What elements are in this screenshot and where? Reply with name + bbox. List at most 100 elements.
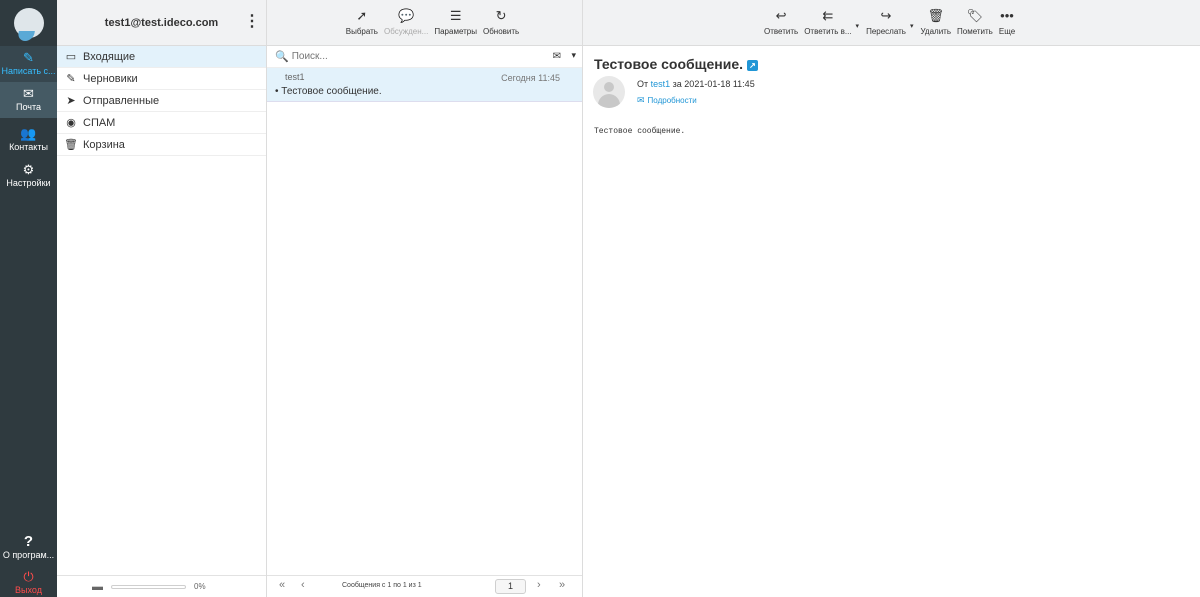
chevron-down-icon[interactable]: ▾ (571, 50, 576, 61)
envelope-icon: ✉ (23, 86, 34, 101)
forward-dropdown-icon[interactable]: ▾ (910, 22, 914, 30)
pencil-icon: ✎ (66, 73, 76, 85)
ellipsis-icon: ••• (1000, 8, 1014, 23)
rail-about-button[interactable]: ? О програм... (0, 528, 57, 568)
reply-icon: ↩ (775, 8, 787, 23)
rail-contacts-label: Контакты (9, 142, 48, 152)
reply-all-label: Ответить в... (804, 27, 852, 36)
compose-icon: ✎ (23, 50, 34, 65)
envelope-icon: ✉ (637, 95, 645, 105)
spam-icon: ◉ (66, 117, 76, 129)
pagination-info: Сообщения с 1 по 1 из 1 (342, 582, 422, 589)
reply-label: Ответить (764, 27, 799, 36)
tag-icon: 🏷 (966, 8, 984, 23)
threads-button[interactable]: 💬 Обсужден... (383, 8, 429, 37)
message-row[interactable]: test1 Сегодня 11:45 • Тестовое сообщение… (267, 68, 582, 102)
message-subject-line: • Тестовое сообщение. (275, 86, 572, 97)
last-page-icon[interactable]: » (559, 579, 565, 591)
select-button[interactable]: ➚ Выбрать (346, 8, 378, 37)
folder-item[interactable]: ➤ Отправленные (57, 90, 266, 112)
users-icon: 👥 (20, 126, 37, 141)
trash-icon: 🗑 (64, 139, 78, 151)
quota-percent: 0% (194, 582, 206, 591)
sender-link[interactable]: test1 (651, 79, 671, 89)
refresh-icon: ↻ (495, 8, 507, 23)
message-preview-panel: ↩ Ответить ⇇ Ответить в... ▾ ↪ Переслать… (583, 0, 1200, 597)
message-subject: Тестовое сообщение. (281, 86, 382, 97)
trash-icon: 🗑 (927, 8, 944, 23)
unread-dot-icon: • (275, 86, 279, 97)
message-list-panel: ➚ Выбрать 💬 Обсужден... ☰ Параметры ↻ Об… (267, 0, 583, 597)
folder-item[interactable]: 🗑 Корзина (57, 134, 266, 156)
nav-rail: ✎ Написать с... ✉ Почта 👥 Контакты ⚙ Нас… (0, 0, 57, 597)
app-logo[interactable] (0, 0, 57, 46)
drive-icon: ▬ (92, 580, 103, 593)
quota-footer: ▬ 0% (57, 575, 266, 597)
reply-all-icon: ⇇ (822, 8, 834, 23)
first-page-icon[interactable]: « (279, 579, 285, 591)
mark-button[interactable]: 🏷 Пометить (957, 8, 993, 37)
message-date: Сегодня 11:45 (501, 73, 560, 83)
preview-subject: Тестовое сообщение. ↗ (594, 56, 758, 72)
folder-label: СПАМ (83, 116, 116, 129)
reply-button[interactable]: ↩ Ответить (764, 8, 799, 37)
rail-mail-label: Почта (16, 102, 41, 112)
avatar-body (598, 94, 620, 108)
rail-settings-label: Настройки (6, 178, 51, 188)
search-input[interactable] (291, 51, 532, 62)
question-icon: ? (23, 533, 34, 550)
folder-item[interactable]: ✎ Черновики (57, 68, 266, 90)
next-page-icon[interactable]: › (537, 579, 541, 591)
rail-mail-button[interactable]: ✉ Почта (0, 82, 57, 118)
forward-label: Переслать (866, 27, 906, 36)
forward-icon: ↪ (880, 8, 892, 23)
power-icon: ⏻ (23, 568, 34, 584)
details-label: Подробности (647, 96, 697, 105)
delete-button[interactable]: 🗑 Удалить (920, 8, 951, 37)
account-menu-icon[interactable]: ⋮ (244, 14, 260, 30)
details-link[interactable]: ✉ Подробности (637, 95, 697, 106)
cursor-icon: ➚ (356, 8, 368, 23)
paper-plane-icon: ➤ (66, 95, 76, 107)
prev-page-icon[interactable]: ‹ (301, 579, 305, 591)
search-icon: 🔍 (275, 51, 289, 63)
folder-item[interactable]: ▭ Входящие (57, 46, 266, 68)
folder-panel: test1@test.ideco.com ⋮ ▭ Входящие ✎ Чернови… (57, 0, 267, 597)
sender-meta: От test1 за 2021-01-18 11:45 (637, 79, 755, 89)
threads-label: Обсужден... (383, 27, 429, 36)
rail-compose-button[interactable]: ✎ Написать с... (0, 46, 57, 82)
refresh-label: Обновить (483, 27, 520, 36)
folder-label: Входящие (83, 50, 136, 63)
options-button[interactable]: ☰ Параметры (434, 9, 477, 37)
rail-compose-label: Написать с... (1, 66, 56, 76)
mark-label: Пометить (957, 27, 993, 36)
rail-settings-button[interactable]: ⚙ Настройки (0, 158, 57, 194)
options-label: Параметры (434, 27, 477, 36)
page-number-input[interactable]: 1 (495, 579, 526, 594)
open-in-window-icon[interactable]: ↗ (747, 60, 758, 71)
logo-icon (13, 8, 44, 38)
more-button[interactable]: ••• Еще (998, 8, 1016, 37)
folder-item[interactable]: ◉ СПАМ (57, 112, 266, 134)
rail-logout-label: Выход (15, 584, 42, 595)
preview-toolbar: ↩ Ответить ⇇ Ответить в... ▾ ↪ Переслать… (583, 0, 1200, 46)
reply-all-dropdown-icon[interactable]: ▾ (856, 22, 860, 30)
envelope-filter-icon[interactable]: ✉ (553, 51, 561, 62)
folder-list: ▭ Входящие ✎ Черновики ➤ Отправленные ◉ СПАМ 🗑 Ко… (57, 46, 266, 156)
search-bar: 🔍 ✉ ▾ (267, 46, 582, 68)
reply-all-button[interactable]: ⇇ Ответить в... (804, 8, 852, 37)
delete-label: Удалить (920, 27, 951, 36)
refresh-button[interactable]: ↻ Обновить (483, 8, 520, 37)
sender-avatar (593, 76, 625, 108)
rail-contacts-button[interactable]: 👥 Контакты (0, 122, 57, 158)
forward-button[interactable]: ↪ Переслать (866, 8, 906, 37)
message-datetime: за 2021-01-18 11:45 (672, 79, 755, 89)
from-prefix: От (637, 79, 649, 89)
more-label: Еще (998, 27, 1016, 36)
folder-label: Черновики (83, 72, 138, 85)
comments-icon: 💬 (398, 8, 415, 23)
inbox-icon: ▭ (65, 51, 77, 63)
pagination-bar: « ‹ Сообщения с 1 по 1 из 1 1 › » (267, 575, 582, 597)
rail-about-label: О програм... (2, 550, 55, 560)
rail-logout-button[interactable]: ⏻ Выход (0, 568, 57, 597)
